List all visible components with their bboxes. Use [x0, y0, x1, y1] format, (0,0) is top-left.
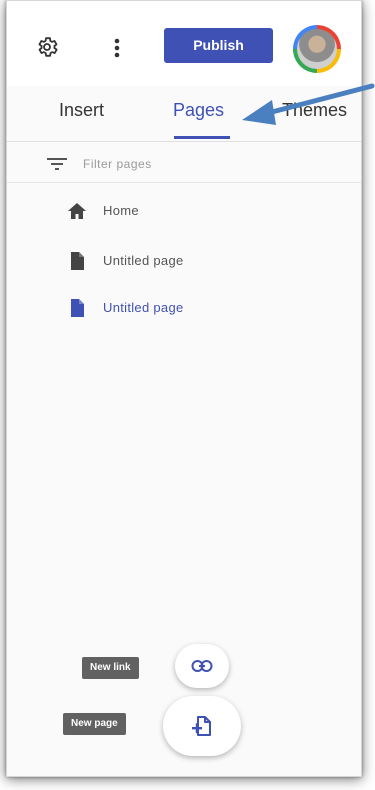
page-item-label: Untitled page — [103, 300, 184, 315]
page-item-label: Home — [103, 203, 139, 218]
link-icon — [191, 660, 213, 672]
page-item-untitled-2[interactable]: Untitled page — [7, 293, 361, 323]
new-page-tooltip: New page — [63, 713, 126, 735]
filter-row — [7, 146, 361, 183]
new-link-tooltip: New link — [82, 657, 139, 679]
tab-pages[interactable]: Pages — [173, 100, 224, 121]
avatar[interactable] — [293, 25, 341, 73]
tab-insert[interactable]: Insert — [59, 100, 104, 121]
new-page-button[interactable] — [163, 696, 241, 756]
publish-button[interactable]: Publish — [164, 28, 273, 63]
new-link-button[interactable] — [175, 644, 229, 688]
page-icon — [71, 252, 84, 270]
vertical-dots-icon[interactable] — [112, 37, 122, 59]
top-toolbar: Publish — [7, 1, 361, 86]
annotation-arrow-icon — [242, 83, 375, 125]
add-page-icon — [192, 716, 211, 736]
page-icon — [71, 299, 84, 317]
gear-icon[interactable] — [35, 35, 59, 59]
active-tab-indicator — [174, 136, 230, 139]
home-icon — [68, 203, 86, 219]
filter-icon — [47, 158, 67, 170]
avatar-photo — [297, 29, 337, 69]
page-item-untitled-1[interactable]: Untitled page — [7, 246, 361, 276]
page-item-label: Untitled page — [103, 253, 184, 268]
filter-pages-input[interactable] — [83, 154, 303, 174]
page-item-home[interactable]: Home — [7, 196, 361, 226]
